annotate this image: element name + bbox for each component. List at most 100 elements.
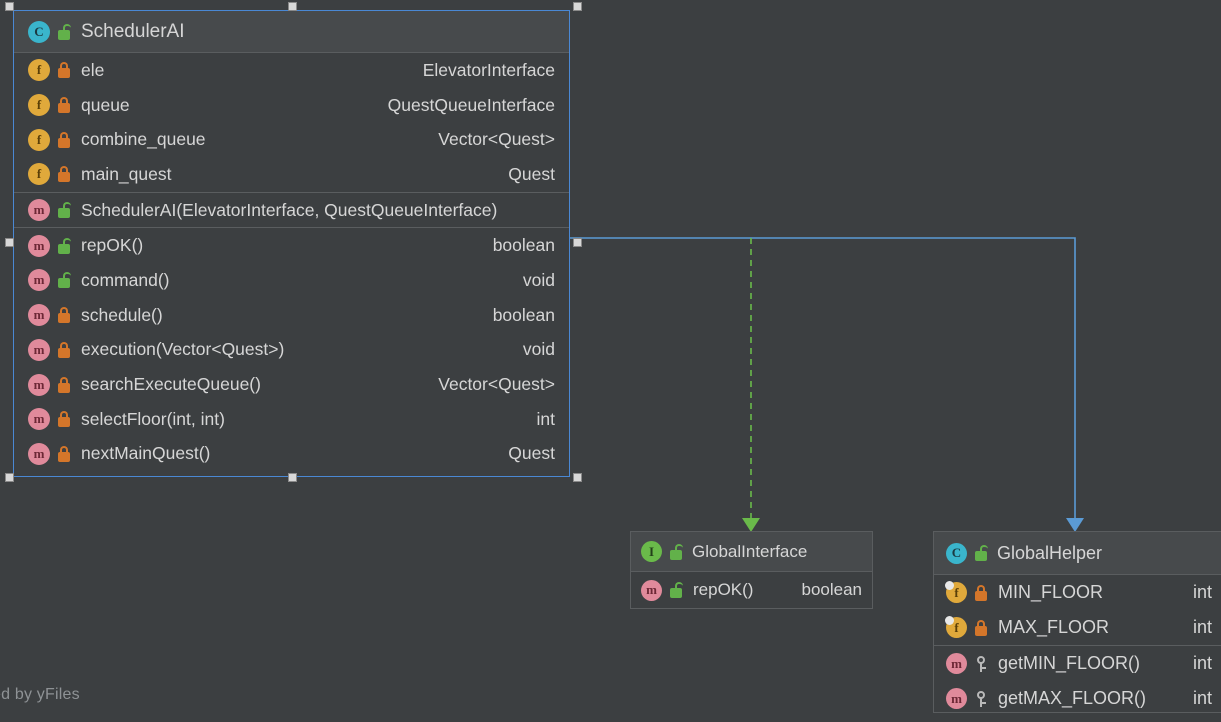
field-row[interactable]: f combine_queue Vector<Quest> <box>14 122 569 157</box>
method-icon: m <box>946 653 967 674</box>
selection-handle-n[interactable] <box>288 2 297 11</box>
lock-open-icon <box>669 543 683 560</box>
method-icon: m <box>641 579 662 601</box>
field-name: queue <box>81 94 130 115</box>
field-row[interactable]: f queue QuestQueueInterface <box>14 88 569 123</box>
field-type: Quest <box>508 163 555 184</box>
field-icon: f <box>28 59 50 82</box>
field-row[interactable]: f main_quest Quest <box>14 157 569 192</box>
lock-open-icon <box>57 202 71 219</box>
static-marker-icon <box>945 616 954 625</box>
selection-handle-e[interactable] <box>573 238 582 247</box>
method-row[interactable]: m schedule() boolean <box>14 298 569 333</box>
field-row[interactable]: f ele ElevatorInterface <box>14 53 569 88</box>
methods-section: m getMIN_FLOOR() int m getMAX_FLOOR() in… <box>934 646 1221 716</box>
method-type: Quest <box>508 443 555 464</box>
method-type: void <box>522 269 555 290</box>
lock-closed-icon <box>57 166 71 183</box>
method-name: searchExecuteQueue() <box>81 374 261 395</box>
field-name: combine_queue <box>81 129 206 150</box>
method-name: repOK() <box>693 580 754 599</box>
edge-scheduler-to-globalhelper <box>570 237 1084 532</box>
lock-closed-icon <box>57 131 71 148</box>
interface-header[interactable]: I GlobalInterface <box>631 532 872 572</box>
method-name: selectFloor(int, int) <box>81 408 225 429</box>
method-type: boolean <box>801 580 862 599</box>
method-name: schedule() <box>81 304 163 325</box>
method-name: command() <box>81 269 170 290</box>
method-type: int <box>536 408 555 429</box>
lock-closed-icon <box>57 411 71 428</box>
interface-icon: I <box>641 541 662 562</box>
field-static-icon: f <box>945 616 967 638</box>
lock-open-icon <box>974 545 988 561</box>
selection-handle-se[interactable] <box>573 473 582 482</box>
static-marker-icon <box>945 581 954 590</box>
class-title: GlobalHelper <box>997 542 1103 563</box>
field-type: ElevatorInterface <box>422 59 555 80</box>
method-icon: m <box>28 442 50 465</box>
method-type: int <box>1192 653 1212 673</box>
fields-section: f ele ElevatorInterface f queue QuestQue… <box>14 53 569 193</box>
constructor-name: SchedulerAI(ElevatorInterface, QuestQueu… <box>81 199 498 220</box>
field-name: ele <box>81 59 105 80</box>
field-row[interactable]: f MAX_FLOOR int <box>934 610 1221 645</box>
method-row[interactable]: m getMIN_FLOOR() int <box>934 646 1221 681</box>
method-type: boolean <box>492 235 555 256</box>
lock-closed-icon <box>57 341 71 358</box>
field-name: MIN_FLOOR <box>998 582 1104 602</box>
lock-closed-icon <box>57 62 71 79</box>
method-row[interactable]: m repOK() boolean <box>14 228 569 263</box>
method-type: Vector<Quest> <box>438 374 555 395</box>
selection-handle-w[interactable] <box>5 238 14 247</box>
key-icon <box>974 690 988 707</box>
method-row[interactable]: m selectFloor(int, int) int <box>14 402 569 437</box>
method-icon: m <box>28 373 50 396</box>
field-name: MAX_FLOOR <box>998 617 1110 637</box>
lock-open-icon <box>57 272 71 289</box>
lock-open-icon <box>57 23 71 40</box>
method-icon: m <box>28 199 50 222</box>
method-row[interactable]: m execution(Vector<Quest>) void <box>14 333 569 368</box>
method-icon: m <box>28 338 50 361</box>
field-name: main_quest <box>81 163 172 184</box>
method-icon: m <box>28 234 50 257</box>
method-icon: m <box>28 408 50 431</box>
class-header[interactable]: C SchedulerAI <box>14 11 569 53</box>
field-type: Vector<Quest> <box>438 129 555 150</box>
method-name: getMIN_FLOOR() <box>998 653 1141 673</box>
fields-section: f MIN_FLOOR int f MAX_FLOOR int <box>934 575 1221 646</box>
interface-title: GlobalInterface <box>692 541 808 561</box>
yfiles-watermark: ed by yFiles <box>0 686 80 703</box>
method-icon: m <box>28 304 50 327</box>
constructor-row[interactable]: m SchedulerAI(ElevatorInterface, QuestQu… <box>14 193 569 228</box>
lock-closed-icon <box>974 584 988 601</box>
selection-handle-s[interactable] <box>288 473 297 482</box>
method-type: boolean <box>492 304 555 325</box>
uml-class-schedulerai[interactable]: C SchedulerAI f ele ElevatorInterface f … <box>13 10 570 477</box>
lock-open-icon <box>669 582 683 598</box>
field-static-icon: f <box>945 581 967 603</box>
uml-interface-globalinterface[interactable]: I GlobalInterface m repOK() boolean <box>630 531 873 609</box>
method-row[interactable]: m searchExecuteQueue() Vector<Quest> <box>14 367 569 402</box>
lock-closed-icon <box>57 97 71 114</box>
method-icon: m <box>28 269 50 292</box>
selection-handle-ne[interactable] <box>573 2 582 11</box>
method-row[interactable]: m repOK() boolean <box>631 572 872 608</box>
field-icon: f <box>28 128 50 151</box>
method-row[interactable]: m nextMainQuest() Quest <box>14 437 569 472</box>
field-icon: f <box>28 163 50 186</box>
method-row[interactable]: m getMAX_FLOOR() int <box>934 681 1221 716</box>
class-header[interactable]: C GlobalHelper <box>934 532 1221 575</box>
field-row[interactable]: f MIN_FLOOR int <box>934 575 1221 610</box>
lock-closed-icon <box>57 445 71 462</box>
methods-section: m repOK() boolean <box>631 572 872 608</box>
class-title: SchedulerAI <box>81 20 185 42</box>
lock-closed-icon <box>974 619 988 636</box>
method-icon: m <box>946 688 967 709</box>
uml-class-globalhelper[interactable]: C GlobalHelper f MIN_FLOOR int f MAX_FLO… <box>933 531 1221 713</box>
selection-handle-sw[interactable] <box>5 473 14 482</box>
diagram-canvas[interactable]: C SchedulerAI f ele ElevatorInterface f … <box>0 0 1221 722</box>
selection-handle-nw[interactable] <box>5 2 14 11</box>
method-row[interactable]: m command() void <box>14 263 569 298</box>
